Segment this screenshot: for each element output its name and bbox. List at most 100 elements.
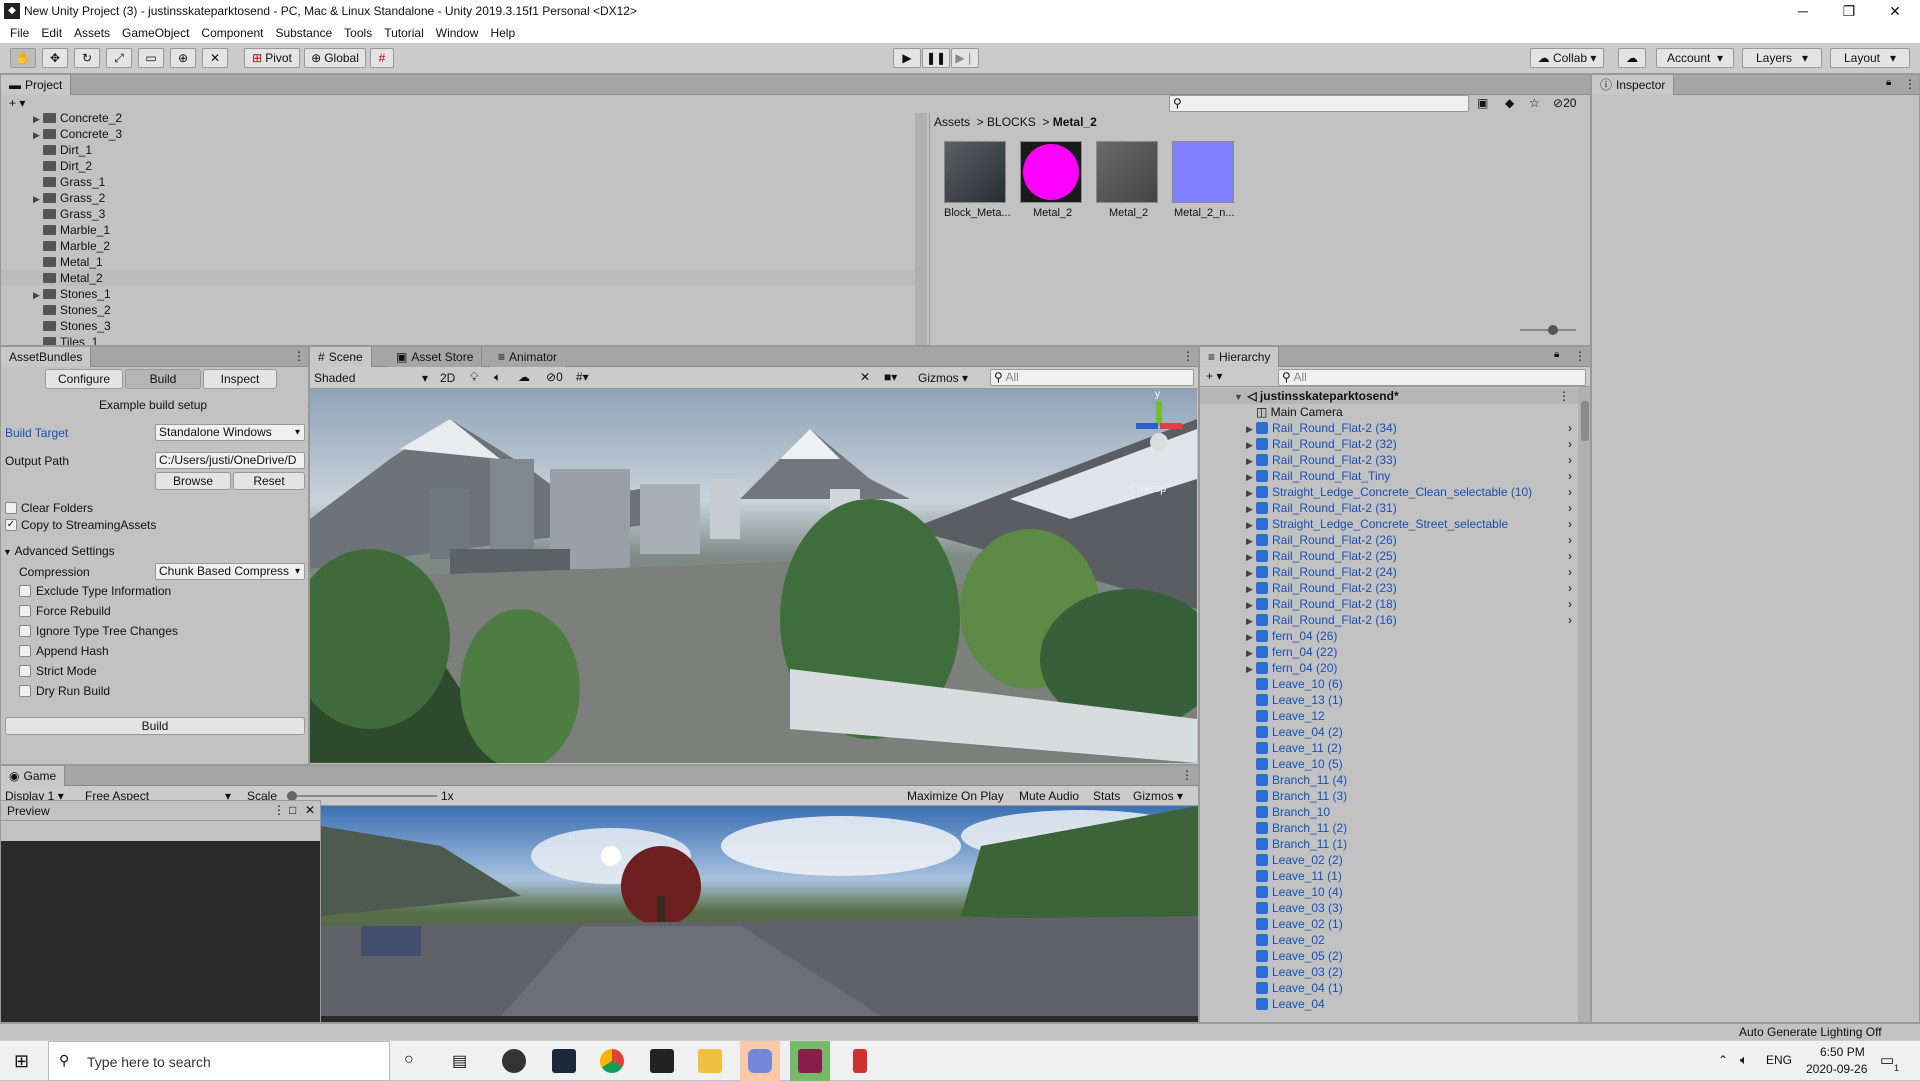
tab-hierarchy[interactable]: ≡ Hierarchy — [1200, 347, 1280, 367]
tab-assetbundles[interactable]: AssetBundles — [1, 347, 92, 367]
filter-type-icon[interactable]: ▣ — [1477, 96, 1488, 110]
hierarchy-row[interactable]: Leave_04 (1) — [1200, 980, 1578, 996]
expand-arrow-icon[interactable]: ▶ — [1246, 581, 1256, 597]
collab-dropdown[interactable]: ☁ Collab ▾ — [1530, 48, 1604, 68]
project-search-input[interactable]: ⚲ — [1169, 95, 1469, 112]
maximize-panel-icon[interactable]: □ — [289, 803, 296, 817]
open-prefab-arrow-icon[interactable]: › — [1568, 612, 1572, 628]
dry-run-checkbox[interactable] — [19, 685, 31, 697]
unity-taskbar-icon[interactable] — [650, 1049, 674, 1073]
menu-tools[interactable]: Tools — [344, 26, 372, 40]
expand-arrow-icon[interactable]: ▶ — [1246, 565, 1256, 581]
hidden-count[interactable]: ⊘20 — [1553, 96, 1576, 110]
game-gizmos-dropdown[interactable]: Gizmos ▾ — [1133, 789, 1183, 803]
more-options-icon[interactable]: ⋮ — [1574, 349, 1586, 363]
menu-component[interactable]: Component — [201, 26, 263, 40]
exclude-type-checkbox[interactable] — [19, 585, 31, 597]
tab-animator[interactable]: ≡ Animator — [490, 347, 566, 367]
expand-arrow-icon[interactable]: ▶ — [1246, 661, 1256, 677]
browse-button[interactable]: Browse — [155, 472, 231, 490]
open-prefab-arrow-icon[interactable]: › — [1568, 452, 1572, 468]
open-prefab-arrow-icon[interactable]: › — [1568, 548, 1572, 564]
tree-item-tiles1[interactable]: Tiles_1 — [1, 334, 915, 345]
hierarchy-row[interactable]: ▶ Rail_Round_Flat-2 (33) › — [1200, 452, 1578, 468]
hierarchy-row[interactable]: ▶ Rail_Round_Flat-2 (23) › — [1200, 580, 1578, 596]
open-prefab-arrow-icon[interactable]: › — [1568, 420, 1572, 436]
expand-arrow-icon[interactable]: ▶ — [33, 287, 43, 303]
expand-arrow-icon[interactable]: ▶ — [1246, 421, 1256, 437]
advanced-settings-foldout[interactable]: ▼ Advanced Settings — [3, 544, 115, 558]
build-button[interactable]: Build — [5, 717, 305, 735]
tree-item-dirt2[interactable]: Dirt_2 — [1, 158, 915, 174]
hierarchy-row[interactable]: Leave_10 (5) — [1200, 756, 1578, 772]
hierarchy-row[interactable]: ▶ Rail_Round_Flat-2 (16) › — [1200, 612, 1578, 628]
zoom-slider[interactable] — [1520, 325, 1576, 335]
winrar-icon[interactable] — [798, 1049, 822, 1073]
expand-arrow-icon[interactable]: ▶ — [1246, 645, 1256, 661]
game-viewport[interactable] — [321, 806, 1198, 1016]
hierarchy-row[interactable]: Leave_10 (6) — [1200, 676, 1578, 692]
hierarchy-scrollbar[interactable] — [1578, 387, 1590, 1022]
open-prefab-arrow-icon[interactable]: › — [1568, 516, 1572, 532]
hierarchy-row[interactable]: ▶ Straight_Ledge_Concrete_Street_selectab… — [1200, 516, 1578, 532]
hierarchy-row[interactable]: Leave_05 (2) — [1200, 948, 1578, 964]
lighting-toggle-icon[interactable]: 💡︎ — [470, 370, 478, 385]
open-prefab-arrow-icon[interactable]: › — [1568, 484, 1572, 500]
expand-arrow-icon[interactable]: ▶ — [1246, 597, 1256, 613]
clock-date[interactable]: 2020-09-26 — [1806, 1062, 1867, 1076]
tree-item-dirt1[interactable]: Dirt_1 — [1, 142, 915, 158]
maximize-on-play-toggle[interactable]: Maximize On Play — [907, 789, 1004, 803]
close-panel-icon[interactable]: ✕ — [373, 1024, 383, 1038]
tree-item-grass2[interactable]: ▶ Grass_2 — [1, 190, 915, 206]
hierarchy-row[interactable]: ▶ fern_04 (26) — [1200, 628, 1578, 644]
hierarchy-search-input[interactable]: ⚲ All — [1278, 369, 1586, 386]
hierarchy-row[interactable]: ▶ fern_04 (22) — [1200, 644, 1578, 660]
hierarchy-row[interactable]: ▶ Rail_Round_Flat-2 (24) › — [1200, 564, 1578, 580]
volume-icon[interactable]: 🔈︎ — [1740, 1052, 1748, 1068]
tab-scene[interactable]: # Scene — [310, 347, 372, 367]
hierarchy-row[interactable]: Leave_02 (1) — [1200, 916, 1578, 932]
more-options-icon[interactable]: ⋮ — [293, 349, 305, 363]
tab-game[interactable]: ◉ Game — [1, 766, 66, 786]
expand-arrow-icon[interactable]: ▶ — [33, 191, 43, 207]
layout-dropdown[interactable]: Layout ▾ — [1830, 48, 1910, 68]
open-prefab-arrow-icon[interactable]: › — [1568, 564, 1572, 580]
breadcrumb-blocks[interactable]: BLOCKS — [987, 115, 1036, 129]
taskbar-search-box[interactable]: ⚲ Type here to search — [48, 1041, 390, 1081]
inspect-tab-button[interactable]: Inspect — [203, 369, 277, 389]
pause-button[interactable]: ❚❚ — [922, 48, 950, 68]
more-options-icon[interactable]: ⋮ — [1558, 388, 1570, 404]
effects-toggle-icon[interactable]: ☁ — [518, 370, 530, 384]
strict-mode-checkbox[interactable] — [19, 665, 31, 677]
tree-item-concrete3[interactable]: ▶ Concrete_3 — [1, 126, 915, 142]
persp-label[interactable]: < Persp — [1128, 483, 1166, 495]
menu-assets[interactable]: Assets — [74, 26, 110, 40]
close-window-button[interactable]: ✕ — [1872, 0, 1918, 22]
tree-item-marble2[interactable]: Marble_2 — [1, 238, 915, 254]
lock-icon[interactable]: 🔒︎ — [1554, 349, 1559, 360]
hierarchy-row[interactable]: Branch_10 — [1200, 804, 1578, 820]
expand-arrow-icon[interactable]: ▶ — [33, 127, 43, 143]
tree-item-grass3[interactable]: Grass_3 — [1, 206, 915, 222]
hierarchy-row[interactable]: Leave_02 (2) — [1200, 852, 1578, 868]
shading-dropdown[interactable]: Shaded ▾ — [314, 371, 432, 385]
render-wizard-title[interactable]: Render Pipeline Wizard — [1, 1025, 125, 1039]
output-path-field[interactable]: C:/Users/justi/OneDrive/D — [155, 452, 305, 469]
tab-asset-store[interactable]: ▣ Asset Store — [388, 347, 483, 367]
transform-tool-icon[interactable]: ⊕ — [170, 48, 196, 68]
windows-start-icon[interactable]: ⊞ — [14, 1051, 29, 1072]
hierarchy-row[interactable]: Leave_13 (1) — [1200, 692, 1578, 708]
global-toggle[interactable]: ⊕ Global — [304, 48, 366, 68]
menu-tutorial[interactable]: Tutorial — [384, 26, 424, 40]
scene-viewport[interactable]: y < Persp — [310, 389, 1197, 763]
asset-thumbnail-metal2-material[interactable] — [1020, 141, 1082, 203]
expand-arrow-icon[interactable]: ▶ — [1246, 485, 1256, 501]
project-add-button[interactable]: + ▾ — [9, 96, 25, 110]
open-prefab-arrow-icon[interactable]: › — [1568, 596, 1572, 612]
clock-time[interactable]: 6:50 PM — [1820, 1045, 1865, 1059]
lock-icon[interactable]: 🔒︎ — [1886, 77, 1891, 88]
hierarchy-row[interactable]: Leave_11 (2) — [1200, 740, 1578, 756]
tree-item-metal2[interactable]: Metal_2 — [1, 270, 915, 286]
chrome-icon[interactable] — [600, 1049, 624, 1073]
hierarchy-row[interactable]: Leave_11 (1) — [1200, 868, 1578, 884]
